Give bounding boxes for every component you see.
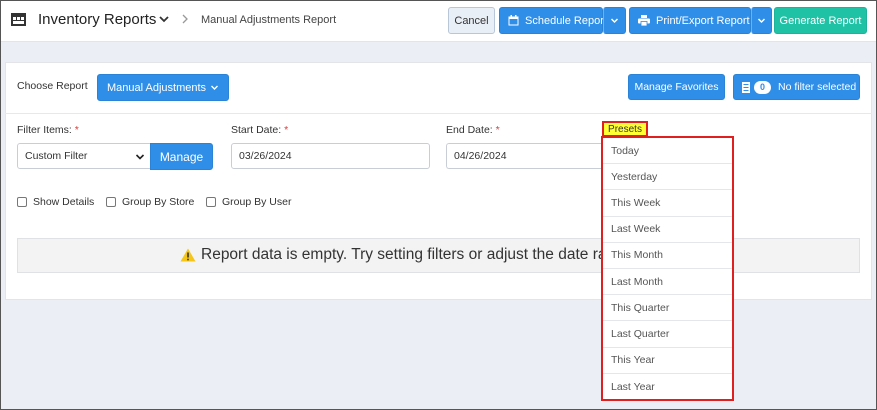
report-select-button[interactable]: Manual Adjustments xyxy=(97,74,229,101)
end-date-label: End Date: * xyxy=(446,124,500,136)
list-icon xyxy=(742,81,750,93)
cancel-button[interactable]: Cancel xyxy=(448,7,495,34)
chevron-down-icon xyxy=(610,18,619,24)
filter-count-badge: 0 xyxy=(754,80,771,94)
preset-option[interactable]: This Year xyxy=(603,348,732,374)
preset-option[interactable]: Last Month xyxy=(603,269,732,296)
group-by-store-checkbox[interactable] xyxy=(106,197,116,207)
filter-status-label: No filter selected xyxy=(778,81,857,93)
show-details-option[interactable]: Show Details xyxy=(17,196,94,208)
presets-dropdown: Today Yesterday This Week Last Week This Mon… xyxy=(601,136,734,401)
app-title: Inventory Reports xyxy=(38,11,157,28)
show-details-checkbox[interactable] xyxy=(17,197,27,207)
warning-icon xyxy=(180,248,196,262)
manage-favorites-button[interactable]: Manage Favorites xyxy=(628,74,725,100)
print-export-dropdown[interactable] xyxy=(751,7,772,34)
start-date-input[interactable]: 03/26/2024 xyxy=(231,143,430,169)
chevron-right-icon xyxy=(182,14,188,24)
generate-report-button[interactable]: Generate Report xyxy=(774,7,867,34)
presets-label: Presets xyxy=(602,121,648,137)
group-by-user-label: Group By User xyxy=(222,196,292,208)
empty-state-message: Report data is empty. Try setting filter… xyxy=(201,246,637,263)
group-by-user-checkbox[interactable] xyxy=(206,197,216,207)
filter-items-select[interactable]: Custom Filter xyxy=(17,143,151,169)
printer-icon xyxy=(638,15,650,26)
selected-report-label: Manual Adjustments xyxy=(106,81,207,94)
preset-option[interactable]: Last Year xyxy=(603,374,732,400)
manage-filter-button[interactable]: Manage xyxy=(150,143,213,170)
group-by-store-option[interactable]: Group By Store xyxy=(106,196,194,208)
print-export-button[interactable]: Print/Export Report xyxy=(629,7,751,34)
preset-option[interactable]: Last Week xyxy=(603,217,732,243)
preset-option[interactable]: This Week xyxy=(603,190,732,217)
breadcrumb: Manual Adjustments Report xyxy=(201,14,337,26)
chevron-down-icon xyxy=(211,85,219,90)
schedule-report-dropdown[interactable] xyxy=(603,7,626,34)
preset-option[interactable]: This Month xyxy=(603,243,732,269)
preset-option[interactable]: Last Quarter xyxy=(603,321,732,348)
choose-report-label: Choose Report xyxy=(17,80,88,92)
start-date-label: Start Date: * xyxy=(231,124,289,136)
preset-option[interactable]: This Quarter xyxy=(603,295,732,322)
filter-items-label: Filter Items: * xyxy=(17,124,79,136)
group-by-store-label: Group By Store xyxy=(122,196,195,208)
filter-status-button[interactable]: 0 No filter selected xyxy=(733,74,860,100)
divider xyxy=(5,113,872,114)
schedule-report-label: Schedule Report xyxy=(525,14,607,27)
preset-option[interactable]: Yesterday xyxy=(603,164,732,191)
empty-state: Report data is empty. Try setting filter… xyxy=(180,246,637,264)
top-bar: Inventory Reports Manual Adjustments Rep… xyxy=(0,0,877,42)
chevron-down-icon[interactable] xyxy=(158,13,170,25)
calendar-icon xyxy=(508,15,519,26)
chevron-down-icon xyxy=(757,18,766,24)
show-details-label: Show Details xyxy=(33,196,95,208)
preset-option[interactable]: Today xyxy=(603,138,732,165)
group-by-user-option[interactable]: Group By User xyxy=(206,196,291,208)
schedule-report-button[interactable]: Schedule Report xyxy=(499,7,607,34)
filter-items-value: Custom Filter xyxy=(25,150,88,162)
warehouse-icon xyxy=(11,13,26,26)
chevron-down-icon xyxy=(135,154,145,160)
print-export-label: Print/Export Report xyxy=(656,14,750,27)
end-date-input[interactable]: 04/26/2024 xyxy=(446,143,606,169)
